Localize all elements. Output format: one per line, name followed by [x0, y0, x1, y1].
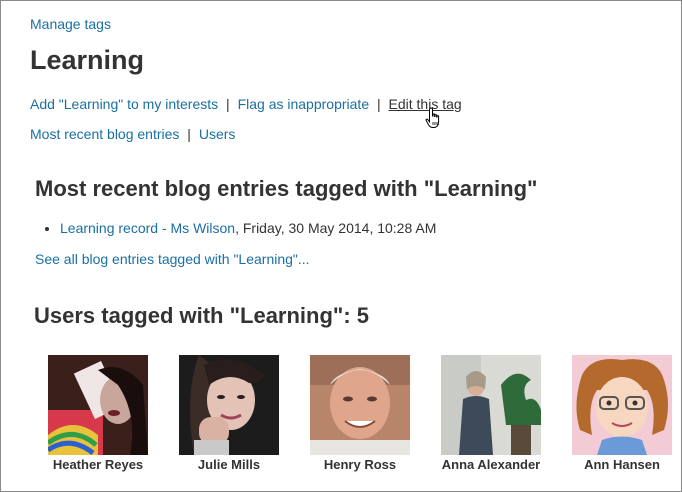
manage-tags-link[interactable]: Manage tags: [30, 16, 111, 32]
user-avatar[interactable]: [310, 355, 410, 455]
user-card[interactable]: Heather Reyes: [33, 355, 163, 472]
separator: |: [377, 96, 381, 112]
flag-inappropriate-link[interactable]: Flag as inappropriate: [238, 96, 370, 112]
user-avatar[interactable]: [441, 355, 541, 455]
list-item: Learning record - Ms Wilson, Friday, 30 …: [60, 220, 436, 236]
author-separator: -: [158, 220, 171, 236]
blog-entry-list: Learning record - Ms Wilson, Friday, 30 …: [35, 220, 436, 236]
tag-actions: Add "Learning" to my interests | Flag as…: [30, 96, 462, 112]
user-card[interactable]: Julie Mills: [164, 355, 294, 472]
tag-subnav: Most recent blog entries | Users: [30, 126, 235, 142]
users-section-heading: Users tagged with "Learning": 5: [34, 303, 370, 328]
hand-pointer-icon: [425, 107, 440, 128]
separator: |: [226, 96, 230, 112]
user-name[interactable]: Ann Hansen: [557, 457, 682, 472]
page-title: Learning: [30, 45, 145, 75]
recent-entries-link[interactable]: Most recent blog entries: [30, 126, 179, 142]
user-card[interactable]: Anna Alexander: [426, 355, 556, 472]
separator: |: [187, 126, 191, 142]
user-name[interactable]: Julie Mills: [164, 457, 294, 472]
blog-section-heading: Most recent blog entries tagged with "Le…: [35, 176, 538, 201]
user-avatar[interactable]: [48, 355, 148, 455]
user-name[interactable]: Anna Alexander: [426, 457, 556, 472]
user-name[interactable]: Heather Reyes: [33, 457, 163, 472]
user-card[interactable]: Ann Hansen: [557, 355, 682, 472]
user-avatar[interactable]: [179, 355, 279, 455]
user-card[interactable]: Henry Ross: [295, 355, 425, 472]
user-avatar[interactable]: [572, 355, 672, 455]
users-link[interactable]: Users: [199, 126, 236, 142]
entry-date-prefix: ,: [235, 220, 243, 236]
add-to-interests-link[interactable]: Add "Learning" to my interests: [30, 96, 218, 112]
user-name[interactable]: Henry Ross: [295, 457, 425, 472]
entry-date: Friday, 30 May 2014, 10:28 AM: [242, 220, 437, 236]
see-all-entries-link[interactable]: See all blog entries tagged with "Learni…: [35, 251, 310, 267]
author-link[interactable]: Ms Wilson: [171, 220, 236, 236]
blog-entry-link[interactable]: Learning record: [60, 220, 158, 236]
